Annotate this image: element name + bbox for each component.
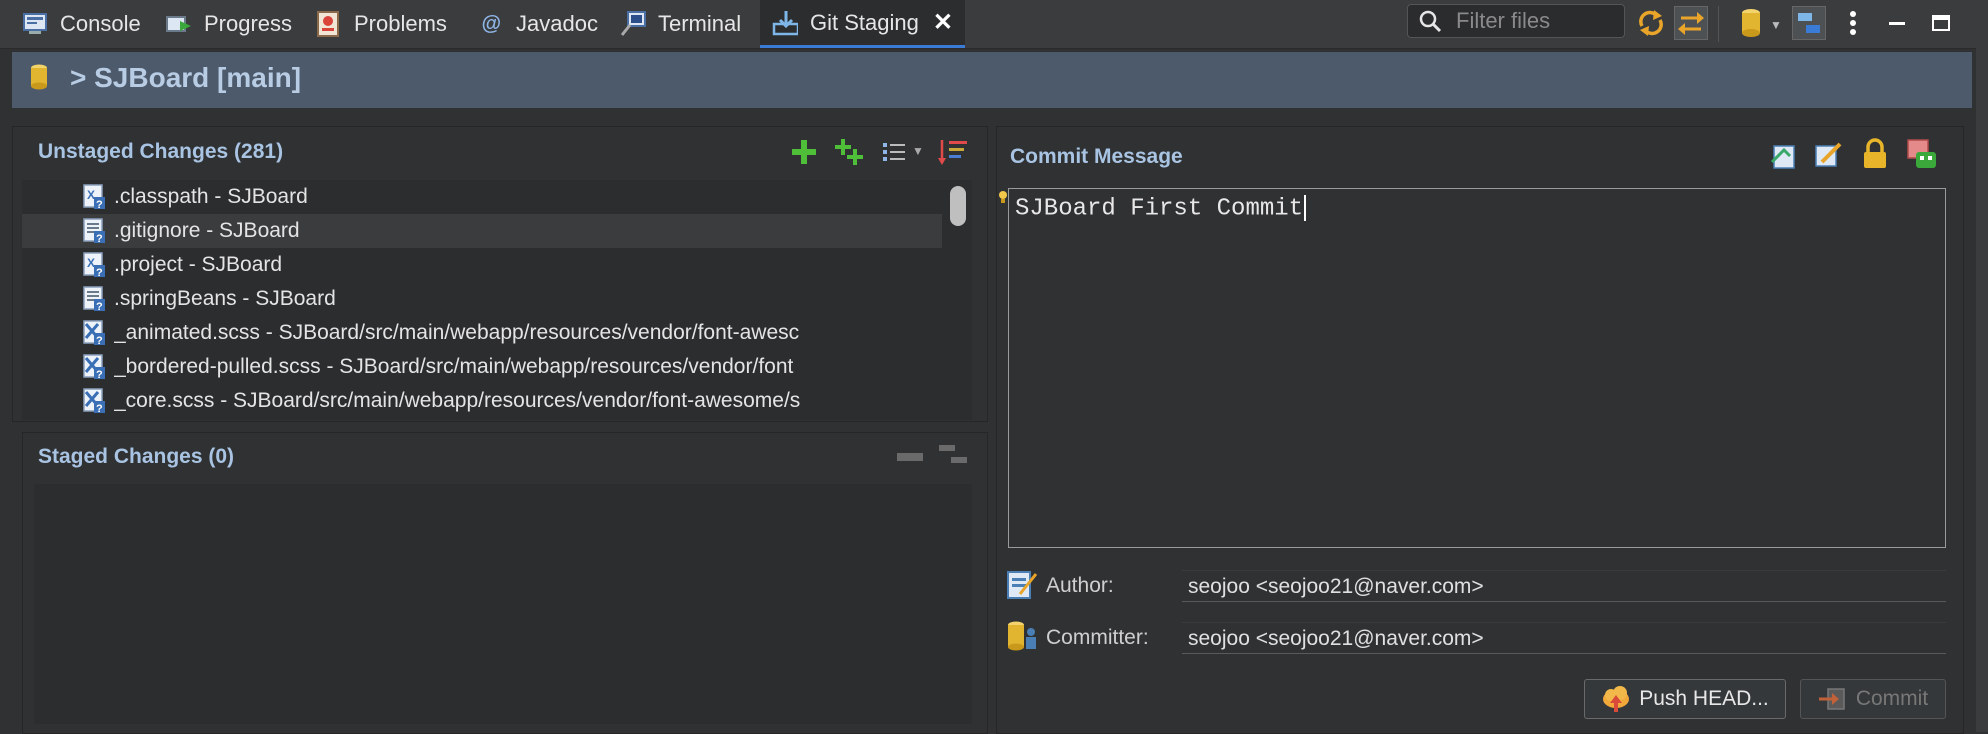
unstage-selected-icon[interactable]	[896, 452, 924, 462]
unstaged-changes-header: Unstaged Changes (281)	[38, 140, 284, 163]
svg-text:?: ?	[96, 233, 103, 244]
git-staging-icon	[772, 10, 798, 36]
unstaged-file-label: _core.scss - SJBoard/src/main/webapp/res…	[114, 389, 801, 412]
unstaged-file-row[interactable]: X? .project - SJBoard	[22, 248, 942, 282]
compare-mode-icon[interactable]	[1674, 6, 1708, 40]
javadoc-icon: @	[481, 12, 501, 35]
scss-file-unknown-icon: ?	[82, 388, 106, 414]
stage-selected-icon[interactable]	[790, 138, 818, 166]
push-head-button[interactable]: Push HEAD...	[1584, 679, 1786, 719]
unstaged-file-label: _animated.scss - SJBoard/src/main/webapp…	[114, 321, 800, 344]
unstaged-file-label: .gitignore - SJBoard	[114, 219, 300, 242]
tab-terminal-label: Terminal	[658, 11, 742, 36]
text-file-unknown-icon: ?	[82, 286, 106, 312]
text-cursor	[1304, 195, 1307, 221]
terminal-icon	[620, 11, 646, 37]
unstaged-file-row[interactable]: ? _core.scss - SJBoard/src/main/webapp/re…	[22, 384, 942, 418]
unstaged-file-row[interactable]: ? .springBeans - SJBoard	[22, 282, 942, 316]
svg-text:X: X	[87, 188, 95, 202]
commit-message-text: SJBoard First Commit	[1015, 195, 1304, 223]
scss-file-unknown-icon: ?	[82, 320, 106, 346]
unstaged-scrollbar-thumb[interactable]	[950, 186, 966, 226]
view-menu-icon[interactable]	[1836, 6, 1870, 40]
commit-button[interactable]: Commit	[1800, 679, 1946, 719]
svg-text:?: ?	[96, 301, 103, 312]
repository-dropdown-arrow-icon[interactable]: ▼	[1770, 18, 1782, 32]
xml-file-unknown-icon: X?	[82, 184, 106, 210]
unstage-all-icon[interactable]	[938, 444, 968, 466]
unstaged-files-list[interactable]: X? .classpath - SJBoard? .gitignore - SJBo…	[22, 180, 972, 420]
close-tab-icon[interactable]: ✕	[933, 8, 953, 37]
tab-javadoc-label: Javadoc	[516, 11, 598, 36]
author-label: Author:	[1046, 574, 1114, 597]
problems-icon	[316, 11, 342, 37]
commit-label: Commit	[1855, 687, 1929, 710]
committer-label: Committer:	[1046, 626, 1149, 649]
stage-all-icon[interactable]	[834, 138, 864, 166]
svg-text:?: ?	[96, 403, 103, 414]
filter-files-field[interactable]	[1407, 4, 1625, 38]
scss-file-unknown-icon: ?	[82, 354, 106, 380]
xml-file-unknown-icon: X?	[82, 252, 106, 278]
committer-icon	[1006, 620, 1038, 652]
svg-text:?: ?	[96, 335, 103, 346]
commit-icon	[1818, 687, 1846, 711]
gpg-sign-lock-icon[interactable]	[1860, 138, 1890, 170]
signed-off-icon[interactable]	[1814, 140, 1844, 170]
tab-problems[interactable]: Problems	[316, 0, 447, 48]
committer-field[interactable]: seojoo <seojoo21@naver.com>	[1182, 622, 1946, 654]
right-edge-strip	[1976, 48, 1988, 732]
author-icon	[1006, 568, 1038, 600]
console-icon	[22, 11, 48, 37]
svg-text:?: ?	[96, 199, 103, 210]
svg-text:?: ?	[96, 369, 103, 380]
unstaged-file-row[interactable]: ? _animated.scss - SJBoard/src/main/webap…	[22, 316, 942, 350]
unstaged-file-label: _bordered-pulled.scss - SJBoard/src/main…	[114, 355, 794, 378]
minimize-icon[interactable]	[1880, 6, 1914, 40]
staged-changes-header: Staged Changes (0)	[38, 445, 235, 468]
tab-git-staging-label: Git Staging	[810, 9, 919, 35]
svg-text:?: ?	[96, 267, 103, 278]
unstaged-file-label: .springBeans - SJBoard	[114, 287, 336, 310]
unstaged-file-row[interactable]: X? .classpath - SJBoard	[22, 180, 942, 214]
tab-git-staging[interactable]: Git Staging ✕	[760, 0, 965, 48]
tab-console[interactable]: Console	[22, 0, 141, 48]
presentation-dropdown-arrow-icon[interactable]: ▼	[912, 144, 924, 158]
change-id-icon[interactable]	[1906, 138, 1938, 170]
text-file-unknown-icon: ?	[82, 218, 106, 244]
presentation-list-icon[interactable]	[882, 140, 906, 164]
progress-icon	[166, 11, 192, 37]
push-cloud-icon	[1601, 685, 1631, 713]
unstaged-file-label: .classpath - SJBoard	[114, 185, 308, 208]
repository-title[interactable]: > SJBoard [main]	[70, 62, 301, 94]
unstaged-file-row[interactable]: ? .gitignore - SJBoard	[22, 214, 942, 248]
content-assist-bulb-icon	[998, 190, 1008, 204]
repository-header-bar	[12, 52, 1972, 108]
tab-terminal[interactable]: Terminal	[620, 0, 741, 48]
refresh-icon[interactable]	[1634, 6, 1668, 40]
search-icon	[1418, 9, 1442, 33]
filter-files-input[interactable]	[1454, 7, 1618, 35]
commit-message-editor[interactable]: SJBoard First Commit	[1008, 188, 1946, 548]
unstaged-file-row[interactable]: ? _bordered-pulled.scss - SJBoard/src/mai…	[22, 350, 942, 384]
tab-progress-label: Progress	[204, 11, 293, 36]
toolbar-separator	[1718, 6, 1719, 42]
staged-files-list[interactable]	[34, 484, 972, 724]
tab-problems-label: Problems	[354, 11, 447, 36]
push-head-label: Push HEAD...	[1639, 687, 1769, 710]
presentation-layout-icon[interactable]	[1792, 6, 1826, 40]
amend-icon[interactable]	[1770, 140, 1800, 170]
tab-javadoc[interactable]: @ Javadoc	[478, 0, 598, 48]
repository-icon[interactable]	[1734, 6, 1768, 40]
author-field[interactable]: seojoo <seojoo21@naver.com>	[1182, 570, 1946, 602]
svg-text:X: X	[87, 256, 95, 270]
repository-icon	[30, 64, 48, 92]
commit-message-header: Commit Message	[1010, 145, 1183, 168]
sort-icon[interactable]	[938, 138, 968, 166]
tab-console-label: Console	[60, 11, 141, 36]
unstaged-file-label: .project - SJBoard	[114, 253, 283, 276]
maximize-icon[interactable]	[1924, 6, 1958, 40]
tab-progress[interactable]: Progress	[166, 0, 292, 48]
